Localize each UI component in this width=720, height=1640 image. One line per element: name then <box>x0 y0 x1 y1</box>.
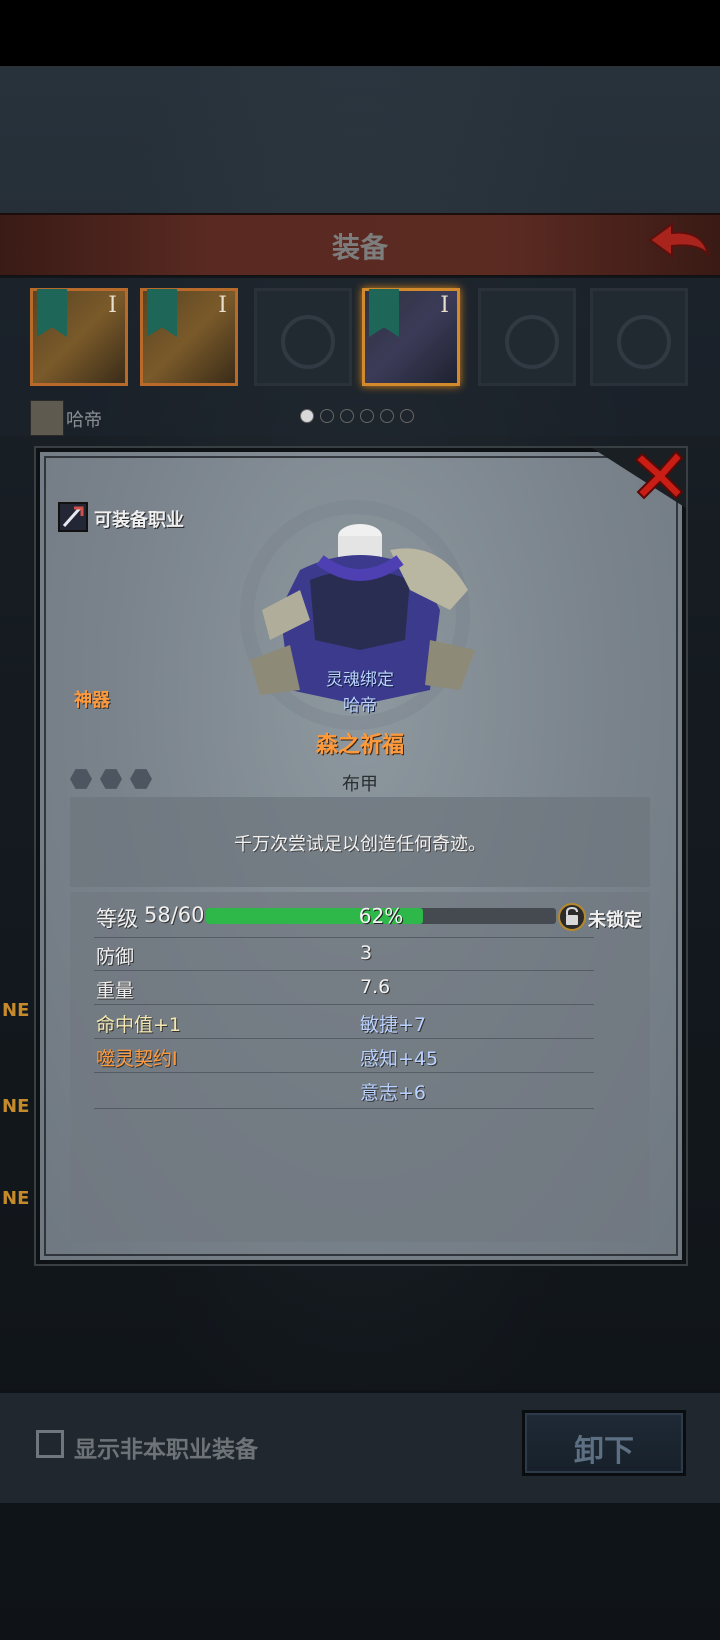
row-divider <box>94 1108 594 1109</box>
rarity-label: 神器 <box>74 690 110 711</box>
equipment-slot-2[interactable]: I <box>140 288 238 386</box>
row-divider <box>94 970 594 971</box>
stat-defense-label: 防御 <box>96 946 135 968</box>
stat-defense-value: 3 <box>360 942 373 964</box>
banner-icon <box>147 289 177 337</box>
unequip-label: 卸下 <box>574 1434 634 1469</box>
new-tag: NE <box>2 1188 30 1209</box>
close-button[interactable] <box>634 448 686 500</box>
stat-perception: 感知+45 <box>360 1048 439 1070</box>
xp-percent: 62% <box>358 904 404 928</box>
slot-tier: I <box>108 293 117 318</box>
show-other-class-checkbox[interactable] <box>36 1430 64 1458</box>
item-description: 千万次尝试足以创造任何奇迹。 <box>234 834 486 855</box>
empty-slot-icon <box>505 315 559 369</box>
stat-will: 意志+6 <box>360 1082 427 1104</box>
stat-hit: 命中值+1 <box>96 1014 182 1036</box>
new-tag: NE <box>2 1096 30 1117</box>
status-bar <box>0 0 720 66</box>
back-button[interactable] <box>648 220 710 264</box>
banner-icon <box>369 289 399 337</box>
equipment-slot-4[interactable]: I <box>362 288 460 386</box>
hero-avatar <box>30 400 64 436</box>
item-name: 森之祈福 <box>315 733 404 758</box>
pager-dot[interactable] <box>360 409 374 423</box>
item-type: 布甲 <box>342 774 378 795</box>
lock-button[interactable] <box>558 903 586 931</box>
close-icon <box>634 450 684 500</box>
stat-weight-value: 7.6 <box>360 976 391 998</box>
new-tag: NE <box>2 1000 30 1021</box>
soul-owner-label: 哈帝 <box>343 696 377 716</box>
stat-curse: 噬灵契约I <box>96 1048 178 1070</box>
show-other-class-label: 显示非本职业装备 <box>74 1437 258 1463</box>
class-label: 可装备职业 <box>94 510 184 531</box>
empty-slot-icon <box>617 315 671 369</box>
row-divider <box>94 1004 594 1005</box>
pager-dot[interactable] <box>320 409 334 423</box>
slot-tier: I <box>218 293 227 318</box>
background-list-edge: NE NE NE <box>0 830 40 1250</box>
lock-status: 未锁定 <box>588 910 642 931</box>
class-icon[interactable] <box>58 502 88 532</box>
pager-dot[interactable] <box>380 409 394 423</box>
back-arrow-icon <box>648 222 710 258</box>
slot-tier: I <box>440 293 449 318</box>
equipment-slot-6[interactable] <box>590 288 688 386</box>
pager-dot[interactable] <box>340 409 354 423</box>
wand-icon <box>62 506 84 527</box>
row-divider <box>94 937 594 938</box>
hero-name: 哈帝 <box>66 410 102 431</box>
page-title: 装备 <box>331 231 388 264</box>
stat-agility: 敏捷+7 <box>360 1014 427 1036</box>
stat-weight-label: 重量 <box>96 980 135 1002</box>
pager-dot[interactable] <box>300 409 314 423</box>
banner-icon <box>37 289 67 337</box>
level-value: 58/60 <box>144 903 205 927</box>
row-divider <box>94 1038 594 1039</box>
equipment-slot-5[interactable] <box>478 288 576 386</box>
equipment-slot-1[interactable]: I <box>30 288 128 386</box>
row-divider <box>94 1072 594 1073</box>
lock-icon <box>558 903 586 931</box>
soul-bind-label: 灵魂绑定 <box>326 670 394 690</box>
pager-dot[interactable] <box>400 409 414 423</box>
level-label: 等级 <box>96 907 138 931</box>
equipment-slot-3[interactable] <box>254 288 352 386</box>
empty-slot-icon <box>281 315 335 369</box>
